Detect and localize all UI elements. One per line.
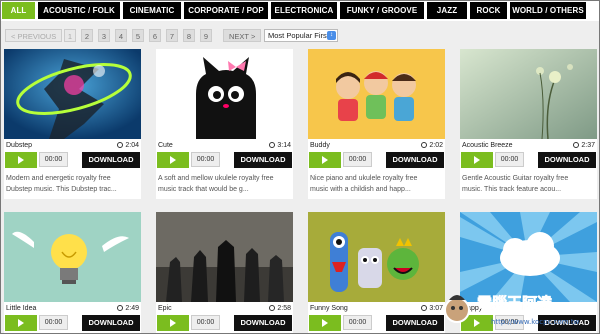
category-world-others[interactable]: WORLD / OTHERS bbox=[510, 2, 586, 19]
track-description: Modern and energetic royalty free Dubstep… bbox=[6, 175, 117, 193]
category-acoustic-folk[interactable]: ACOUSTIC / FOLK bbox=[38, 2, 120, 19]
sort-select-value: Most Popular First bbox=[268, 31, 329, 40]
track-thumbnail-acoustic-breeze[interactable] bbox=[460, 49, 597, 139]
watermark-title: 電腦王阿達 bbox=[477, 294, 552, 312]
track-time-display: 00:00 bbox=[343, 315, 372, 330]
track-duration: 2:49 bbox=[117, 305, 139, 312]
select-arrows-icon: ↕ bbox=[327, 31, 336, 40]
track-description: A soft and mellow ukulele royalty free mu… bbox=[158, 175, 274, 193]
download-button[interactable]: DOWNLOAD bbox=[234, 315, 292, 331]
track-duration: 3:14 bbox=[269, 142, 291, 149]
page-1-button[interactable]: 1 bbox=[64, 29, 76, 42]
watermark-logo: 電腦王阿達 http://www.kocpc.com.tw bbox=[441, 284, 599, 332]
track-title: Acoustic Breeze bbox=[462, 142, 513, 149]
page-9-button[interactable]: 9 bbox=[200, 29, 212, 42]
track-title: Funny Song bbox=[310, 305, 348, 312]
track-card: Acoustic Breeze 2:37 00:00 DOWNLOAD Gent… bbox=[460, 49, 597, 199]
track-time-display: 00:00 bbox=[343, 152, 372, 167]
page-3-button[interactable]: 3 bbox=[98, 29, 110, 42]
page-6-button[interactable]: 6 bbox=[149, 29, 161, 42]
next-page-button[interactable]: NEXT > bbox=[223, 29, 262, 42]
category-all[interactable]: ALL bbox=[2, 2, 35, 19]
category-rock[interactable]: ROCK bbox=[470, 2, 507, 19]
page-2-button[interactable]: 2 bbox=[81, 29, 93, 42]
track-card: Cute 3:14 00:00 DOWNLOAD A soft and mell… bbox=[156, 49, 293, 199]
play-button[interactable] bbox=[157, 152, 189, 168]
track-thumbnail-dubstep[interactable] bbox=[4, 49, 141, 139]
play-button[interactable] bbox=[309, 152, 341, 168]
track-time-display: 00:00 bbox=[191, 315, 220, 330]
previous-page-button[interactable]: < PREVIOUS bbox=[5, 29, 63, 42]
track-duration: 2:37 bbox=[573, 142, 595, 149]
track-time-display: 00:00 bbox=[39, 152, 68, 167]
clock-icon bbox=[117, 305, 124, 311]
clock-icon bbox=[269, 142, 276, 148]
page-8-button[interactable]: 8 bbox=[183, 29, 195, 42]
download-button[interactable]: DOWNLOAD bbox=[82, 315, 140, 331]
track-thumbnail-buddy[interactable] bbox=[308, 49, 445, 139]
download-button[interactable]: DOWNLOAD bbox=[234, 152, 292, 168]
track-thumbnail-cute[interactable] bbox=[156, 49, 293, 139]
page-4-button[interactable]: 4 bbox=[115, 29, 127, 42]
page-frame: ALL ACOUSTIC / FOLK CINEMATIC CORPORATE … bbox=[0, 0, 600, 334]
track-title: Little Idea bbox=[6, 305, 37, 312]
category-electronica[interactable]: ELECTRONICA bbox=[271, 2, 337, 19]
category-jazz[interactable]: JAZZ bbox=[427, 2, 467, 19]
track-duration: 2:02 bbox=[421, 142, 443, 149]
track-duration: 3:07 bbox=[421, 305, 443, 312]
track-description: Gentle Acoustic Guitar royalty free music… bbox=[462, 175, 569, 193]
track-time-display: 00:00 bbox=[191, 152, 220, 167]
play-button[interactable] bbox=[5, 315, 37, 331]
track-title: Cute bbox=[158, 142, 173, 149]
play-button[interactable] bbox=[157, 315, 189, 331]
track-title: Epic bbox=[158, 305, 172, 312]
track-time-display: 00:00 bbox=[495, 152, 524, 167]
play-button[interactable] bbox=[5, 152, 37, 168]
clock-icon bbox=[117, 142, 124, 148]
download-button[interactable]: DOWNLOAD bbox=[82, 152, 140, 168]
track-thumbnail-funny-song[interactable] bbox=[308, 212, 445, 302]
category-corporate-pop[interactable]: CORPORATE / POP bbox=[184, 2, 268, 19]
track-card: Dubstep 2:04 00:00 DOWNLOAD Modern and e… bbox=[4, 49, 141, 199]
track-card: Little Idea 2:49 00:00 DOWNLOAD bbox=[4, 212, 141, 333]
clock-icon bbox=[269, 305, 276, 311]
clock-icon bbox=[573, 142, 580, 148]
track-description: Nice piano and ukulele royalty free music… bbox=[310, 175, 418, 193]
download-button[interactable]: DOWNLOAD bbox=[538, 152, 596, 168]
track-thumbnail-epic[interactable] bbox=[156, 212, 293, 302]
track-card: Buddy 2:02 00:00 DOWNLOAD Nice piano and… bbox=[308, 49, 445, 199]
track-duration: 2:04 bbox=[117, 142, 139, 149]
category-funky-groove[interactable]: FUNKY / GROOVE bbox=[340, 2, 424, 19]
track-duration: 2:58 bbox=[269, 305, 291, 312]
page-5-button[interactable]: 5 bbox=[132, 29, 144, 42]
download-button[interactable]: DOWNLOAD bbox=[386, 315, 444, 331]
track-title: Dubstep bbox=[6, 142, 33, 149]
track-thumbnail-little-idea[interactable] bbox=[4, 212, 141, 302]
track-card: Epic 2:58 00:00 DOWNLOAD bbox=[156, 212, 293, 333]
track-card: Funny Song 3:07 00:00 DOWNLOAD bbox=[308, 212, 445, 333]
clock-icon bbox=[421, 142, 428, 148]
category-cinematic[interactable]: CINEMATIC bbox=[123, 2, 181, 19]
sort-select[interactable]: Most Popular First ↕ bbox=[264, 29, 338, 42]
watermark-url: http://www.kocpc.com.tw bbox=[491, 318, 580, 326]
play-button[interactable] bbox=[309, 315, 341, 331]
download-button[interactable]: DOWNLOAD bbox=[386, 152, 444, 168]
category-bar: ALL ACOUSTIC / FOLK CINEMATIC CORPORATE … bbox=[1, 1, 599, 21]
play-button[interactable] bbox=[461, 152, 493, 168]
track-title: Buddy bbox=[310, 142, 330, 149]
clock-icon bbox=[421, 305, 428, 311]
page-7-button[interactable]: 7 bbox=[166, 29, 178, 42]
track-time-display: 00:00 bbox=[39, 315, 68, 330]
